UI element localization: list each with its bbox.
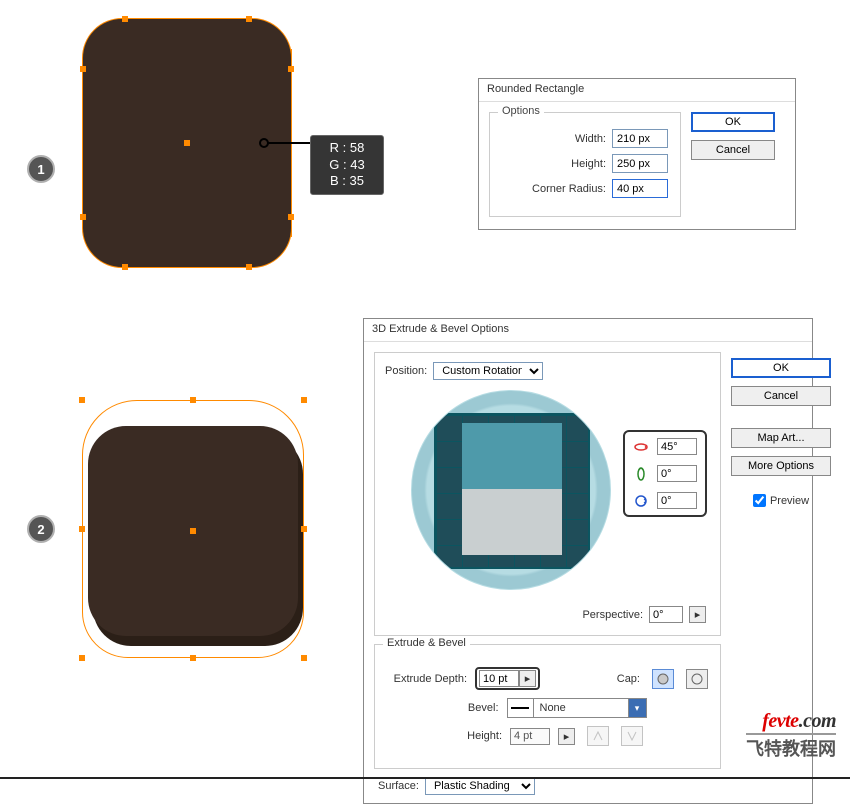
rotate-x-input[interactable]: [657, 438, 697, 455]
width-label: Width:: [575, 133, 606, 145]
center-anchor: [184, 140, 190, 146]
surface-select[interactable]: Plastic Shading: [425, 777, 535, 795]
bbox-handle[interactable]: [190, 397, 196, 403]
extrude-depth-label: Extrude Depth:: [387, 673, 467, 685]
dialog-title: Rounded Rectangle: [487, 83, 584, 95]
anchor-point[interactable]: [246, 264, 252, 270]
ok-button[interactable]: OK: [731, 358, 831, 378]
watermark: fevte.com 飞特教程网: [746, 710, 836, 761]
bbox-handle[interactable]: [79, 397, 85, 403]
bevel-label: Bevel:: [449, 702, 499, 714]
cap-on-button[interactable]: [652, 669, 674, 689]
cube-top-face: [462, 423, 562, 489]
bevel-out-icon: [621, 726, 643, 746]
bounding-box[interactable]: [82, 400, 304, 658]
bbox-handle[interactable]: [301, 526, 307, 532]
perspective-label: Perspective:: [582, 609, 643, 621]
bbox-handle[interactable]: [190, 655, 196, 661]
perspective-stepper[interactable]: ▸: [689, 606, 706, 623]
extrude-bevel-legend: Extrude & Bevel: [383, 637, 470, 649]
color-g: G : 43: [329, 157, 364, 174]
footer-divider: [0, 777, 850, 779]
corner-radius-label: Corner Radius:: [532, 183, 606, 195]
cap-off-button[interactable]: [686, 669, 708, 689]
perspective-input[interactable]: [649, 606, 683, 623]
bevel-height-input: [510, 728, 550, 745]
color-r: R : 58: [330, 140, 365, 157]
anchor-point[interactable]: [80, 214, 86, 220]
bevel-height-label: Height:: [452, 730, 502, 742]
preview-label: Preview: [770, 495, 809, 507]
watermark-sub: 飞特教程网: [746, 733, 836, 761]
bevel-height-stepper: ▸: [558, 728, 575, 745]
dialog-rounded-rectangle: Rounded Rectangle Options Width: Height:…: [478, 78, 796, 230]
bevel-in-icon: [587, 726, 609, 746]
extrude-depth-stepper[interactable]: ▸: [519, 670, 536, 687]
watermark-brand: fevte: [762, 710, 798, 732]
height-label: Height:: [571, 158, 606, 170]
bbox-handle[interactable]: [79, 655, 85, 661]
cancel-button[interactable]: Cancel: [691, 140, 775, 160]
surface-label: Surface:: [378, 780, 419, 792]
extrude-depth-input[interactable]: [479, 670, 519, 687]
height-input[interactable]: [612, 154, 668, 173]
anchor-point[interactable]: [80, 66, 86, 72]
cube-front-face: [462, 489, 562, 555]
more-options-button[interactable]: More Options: [731, 456, 831, 476]
dialog-titlebar[interactable]: Rounded Rectangle: [479, 79, 795, 102]
cancel-button[interactable]: Cancel: [731, 386, 831, 406]
rotate-z-input[interactable]: [657, 492, 697, 509]
corner-radius-input[interactable]: [612, 179, 668, 198]
map-art-button[interactable]: Map Art...: [731, 428, 831, 448]
bevel-swatch-icon: [508, 699, 534, 717]
watermark-tld: .com: [799, 710, 836, 732]
axis-rotation-group: [623, 430, 707, 517]
bevel-value: None: [534, 702, 628, 714]
rotation-trackball[interactable]: [411, 390, 621, 600]
bezier-handle[interactable]: [291, 217, 292, 237]
color-b: B : 35: [330, 173, 364, 190]
ok-button[interactable]: OK: [691, 112, 775, 132]
rotate-y-input[interactable]: [657, 465, 697, 482]
width-input[interactable]: [612, 129, 668, 148]
rotate-y-icon: [633, 466, 649, 482]
anchor-point[interactable]: [122, 264, 128, 270]
cap-label: Cap:: [560, 673, 640, 685]
position-label: Position:: [385, 365, 427, 377]
bevel-select[interactable]: None ▾: [507, 698, 647, 718]
eyedropper-leader: [268, 142, 310, 144]
bbox-handle[interactable]: [301, 397, 307, 403]
anchor-point[interactable]: [246, 16, 252, 22]
chevron-down-icon[interactable]: ▾: [628, 699, 646, 717]
anchor-point[interactable]: [122, 16, 128, 22]
bbox-handle[interactable]: [79, 526, 85, 532]
dialog-title: 3D Extrude & Bevel Options: [372, 323, 509, 335]
fieldset-legend: Options: [498, 105, 544, 117]
rotate-z-icon: [633, 493, 649, 509]
color-readout: R : 58 G : 43 B : 35: [310, 135, 384, 195]
preview-checkbox-wrap[interactable]: Preview: [753, 494, 809, 507]
step-badge-2: 2: [27, 515, 55, 543]
step-num: 1: [37, 162, 44, 177]
position-select[interactable]: Custom Rotation: [433, 362, 543, 380]
bbox-handle[interactable]: [301, 655, 307, 661]
preview-checkbox[interactable]: [753, 494, 766, 507]
step-num: 2: [37, 522, 44, 537]
artwork-extruded-rectangle[interactable]: [82, 400, 312, 660]
rotate-x-icon: [633, 439, 649, 455]
step-badge-1: 1: [27, 155, 55, 183]
bezier-handle[interactable]: [291, 49, 292, 69]
dialog-titlebar[interactable]: 3D Extrude & Bevel Options: [364, 319, 812, 342]
